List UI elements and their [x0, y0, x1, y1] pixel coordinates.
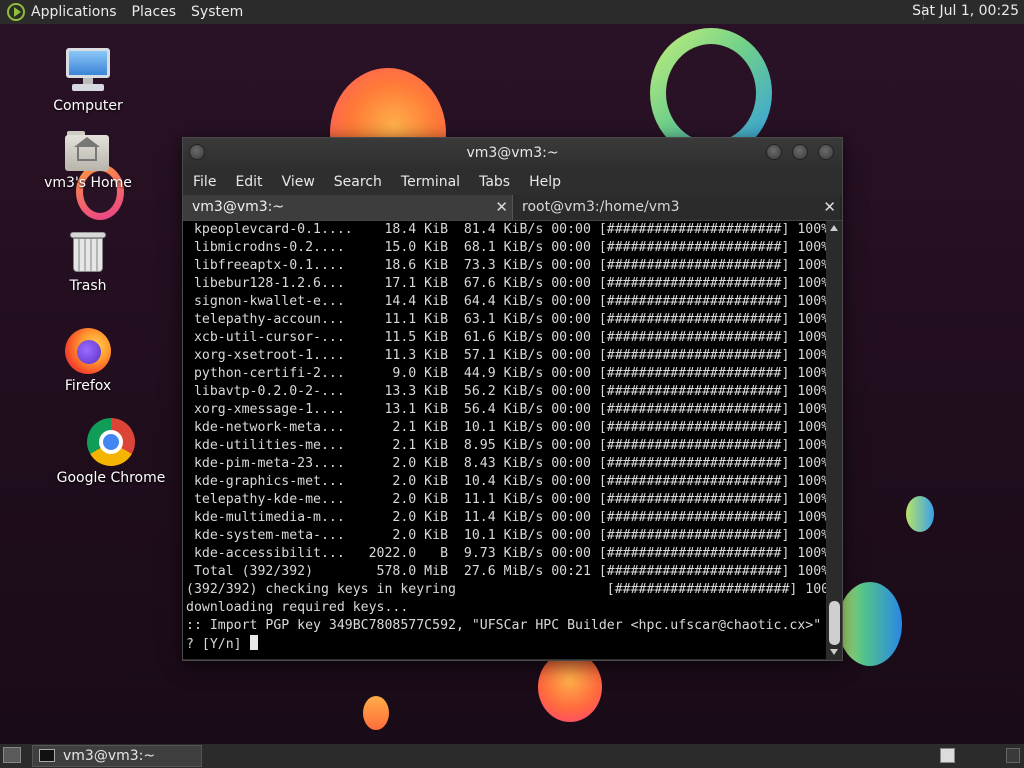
- desktop-icon-trash[interactable]: Trash: [38, 230, 138, 294]
- maximize-button[interactable]: [792, 144, 808, 160]
- prompt-text: ? [Y/n]: [186, 637, 250, 652]
- tab-root[interactable]: root@vm3:/home/vm3 ✕: [513, 195, 840, 220]
- text-cursor: [249, 635, 258, 650]
- terminal-line: kde-multimedia-m... 2.0 KiB 11.4 KiB/s 0…: [186, 510, 826, 525]
- terminal-line: libmicrodns-0.2.... 15.0 KiB 68.1 KiB/s …: [186, 240, 826, 255]
- menu-file[interactable]: File: [193, 174, 216, 190]
- terminal-line: libavtp-0.2.0-2-... 13.3 KiB 56.2 KiB/s …: [186, 384, 826, 399]
- window-titlebar[interactable]: vm3@vm3:~: [183, 138, 842, 168]
- terminal-icon: [39, 749, 55, 762]
- desktop-icon-computer[interactable]: Computer: [38, 46, 138, 114]
- terminal-line: downloading required keys...: [186, 600, 409, 615]
- terminal-line: kde-utilities-me... 2.1 KiB 8.95 KiB/s 0…: [186, 438, 826, 453]
- menu-help[interactable]: Help: [529, 174, 561, 190]
- terminal-line: kde-graphics-met... 2.0 KiB 10.4 KiB/s 0…: [186, 474, 826, 489]
- terminal-line: telepathy-accoun... 11.1 KiB 63.1 KiB/s …: [186, 312, 826, 327]
- terminal-line: libebur128-1.2.6... 17.1 KiB 67.6 KiB/s …: [186, 276, 826, 291]
- desktop-icon-label: Google Chrome: [56, 470, 166, 486]
- close-button[interactable]: [818, 144, 834, 160]
- firefox-icon: [65, 328, 111, 374]
- taskbar-terminal-button[interactable]: vm3@vm3:~: [32, 745, 202, 767]
- tab-vm3[interactable]: vm3@vm3:~ ✕: [183, 195, 513, 220]
- terminal-tabbar: vm3@vm3:~ ✕ root@vm3:/home/vm3 ✕: [183, 195, 842, 221]
- tab-label: vm3@vm3:~: [192, 199, 285, 215]
- menu-view[interactable]: View: [282, 174, 315, 190]
- terminal-line: python-certifi-2... 9.0 KiB 44.9 KiB/s 0…: [186, 366, 826, 381]
- chrome-icon: [87, 418, 135, 466]
- desktop-icon-home[interactable]: vm3's Home: [38, 131, 138, 191]
- close-tab-icon[interactable]: ✕: [823, 195, 836, 220]
- trash-icon: [70, 230, 106, 274]
- computer-icon: [64, 46, 112, 94]
- terminal-line: xorg-xsetroot-1.... 11.3 KiB 57.1 KiB/s …: [186, 348, 826, 363]
- top-panel: Applications Places System Sat Jul 1, 00…: [0, 0, 1024, 24]
- system-menu[interactable]: System: [191, 4, 243, 20]
- clock[interactable]: Sat Jul 1, 00:25: [912, 3, 1019, 19]
- minimize-button[interactable]: [766, 144, 782, 160]
- terminal-line: xorg-xmessage-1.... 13.1 KiB 56.4 KiB/s …: [186, 402, 826, 417]
- applications-menu[interactable]: Applications: [31, 4, 117, 20]
- terminal-menubar: File Edit View Search Terminal Tabs Help: [183, 168, 842, 195]
- desktop-icon-label: vm3's Home: [44, 175, 132, 191]
- terminal-line: kde-pim-meta-23.... 2.0 KiB 8.43 KiB/s 0…: [186, 456, 826, 471]
- desktop-icon-chrome[interactable]: Google Chrome: [56, 418, 166, 486]
- terminal-prompt-line[interactable]: ? [Y/n]: [183, 635, 826, 654]
- close-tab-icon[interactable]: ✕: [495, 195, 508, 220]
- window-title: vm3@vm3:~: [466, 145, 559, 161]
- terminal-line: kde-network-meta... 2.1 KiB 10.1 KiB/s 0…: [186, 420, 826, 435]
- terminal-output[interactable]: kpeoplevcard-0.1.... 18.4 KiB 81.4 KiB/s…: [183, 221, 826, 659]
- wallpaper-blue-blob: [906, 496, 934, 532]
- terminal-line: kde-accessibilit... 2022.0 B 9.73 KiB/s …: [186, 546, 826, 561]
- terminal-line: libfreeaptx-0.1.... 18.6 KiB 73.3 KiB/s …: [186, 258, 826, 273]
- menu-tabs[interactable]: Tabs: [479, 174, 510, 190]
- bottom-panel: vm3@vm3:~: [0, 744, 1024, 768]
- desktop-icon-firefox[interactable]: Firefox: [38, 328, 138, 394]
- menu-edit[interactable]: Edit: [235, 174, 262, 190]
- workspace-1[interactable]: [940, 748, 955, 763]
- terminal-line: kpeoplevcard-0.1.... 18.4 KiB 81.4 KiB/s…: [186, 222, 826, 237]
- places-menu[interactable]: Places: [132, 4, 177, 20]
- scroll-up-icon[interactable]: [830, 225, 838, 231]
- terminal-line: (392/392) checking keys in keyring [####…: [186, 582, 826, 597]
- desktop-icon-label: Computer: [53, 98, 123, 114]
- terminal-scrollbar[interactable]: [827, 221, 842, 659]
- menu-terminal[interactable]: Terminal: [401, 174, 460, 190]
- menu-search[interactable]: Search: [334, 174, 382, 190]
- menu-logo-icon[interactable]: [7, 3, 25, 21]
- terminal-window[interactable]: vm3@vm3:~ File Edit View Search Terminal…: [182, 137, 843, 661]
- wallpaper-orange-blob-2: [538, 652, 602, 722]
- wallpaper-orange-blob-3: [363, 696, 389, 730]
- tab-label: root@vm3:/home/vm3: [522, 199, 680, 215]
- terminal-line: kde-system-meta-... 2.0 KiB 10.1 KiB/s 0…: [186, 528, 826, 543]
- scrollbar-thumb[interactable]: [829, 601, 840, 645]
- desktop-icon-label: Firefox: [64, 378, 112, 394]
- desktop-icon-label: Trash: [69, 278, 107, 294]
- terminal-line: :: Import PGP key 349BC7808577C592, "UFS…: [186, 618, 822, 633]
- show-desktop-icon[interactable]: [3, 747, 21, 763]
- window-menu-button[interactable]: [189, 144, 205, 160]
- home-folder-icon: [65, 131, 111, 171]
- terminal-line: Total (392/392) 578.0 MiB 27.6 MiB/s 00:…: [186, 564, 826, 579]
- terminal-line: signon-kwallet-e... 14.4 KiB 64.4 KiB/s …: [186, 294, 826, 309]
- wallpaper-green-blob: [838, 582, 902, 666]
- terminal-line: xcb-util-cursor-... 11.5 KiB 61.6 KiB/s …: [186, 330, 826, 345]
- terminal-line: telepathy-kde-me... 2.0 KiB 11.1 KiB/s 0…: [186, 492, 826, 507]
- taskbar-label: vm3@vm3:~: [63, 748, 156, 764]
- scroll-down-icon[interactable]: [830, 649, 838, 655]
- workspace-2[interactable]: [1006, 748, 1020, 763]
